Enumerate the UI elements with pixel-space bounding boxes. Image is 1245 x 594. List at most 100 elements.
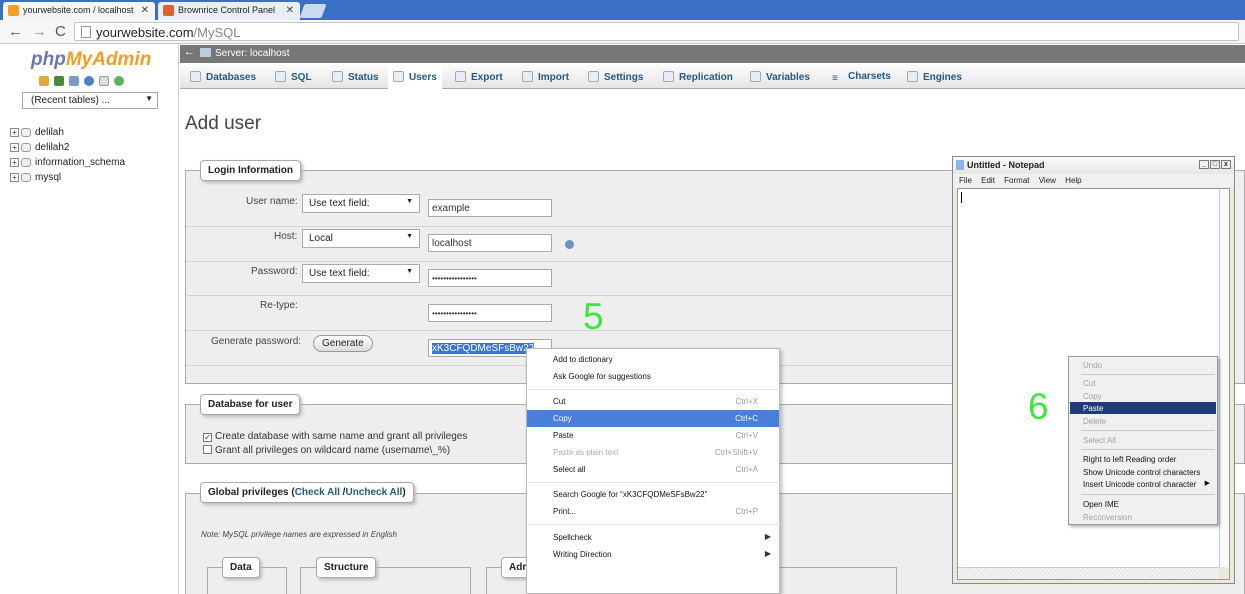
navigation-panel: phpMyAdmin (Recent tables) ... ▼ + delila… (0, 45, 179, 594)
expand-icon[interactable]: + (10, 143, 19, 152)
username-input[interactable]: example (428, 199, 552, 217)
generate-button[interactable]: Generate (313, 335, 373, 352)
menu-item-paste[interactable]: Paste (1070, 402, 1216, 414)
menu-item-select-all[interactable]: Select all Ctrl+A (527, 461, 779, 478)
tab-export[interactable]: Export (455, 64, 503, 89)
menu-item-insert-unicode[interactable]: Insert Unicode control character ▶ (1070, 478, 1216, 490)
check-all-link[interactable]: Check All (295, 487, 340, 498)
menu-item-add-to-dictionary[interactable]: Add to dictionary (527, 351, 779, 368)
menu-item-print[interactable]: Print... Ctrl+P (527, 503, 779, 520)
resize-grip[interactable] (1219, 567, 1229, 579)
tab-label: SQL (291, 72, 312, 83)
tab-engines[interactable]: Engines (907, 64, 962, 89)
db-item-delilah2[interactable]: + delilah2 (10, 140, 125, 155)
close-icon[interactable]: x (1221, 160, 1231, 169)
tab-sql[interactable]: SQL (275, 64, 312, 89)
grant-wildcard-option[interactable]: Grant all privileges on wildcard name (u… (203, 445, 450, 456)
uncheck-all-link[interactable]: Uncheck All (345, 487, 402, 498)
menu-format[interactable]: Format (1004, 176, 1029, 185)
menu-edit[interactable]: Edit (981, 176, 995, 185)
create-database-option[interactable]: ✓ Create database with same name and gran… (203, 431, 467, 442)
tab-label: Variables (766, 72, 810, 83)
main-menu: Databases SQL Status Users Export Import… (180, 64, 1245, 89)
home-icon[interactable] (39, 76, 49, 86)
sql-query-icon[interactable] (69, 76, 79, 86)
menu-item-label: Copy (553, 414, 572, 423)
menu-item-search-google[interactable]: Search Google for “xK3CFQDMeSFsBw22” (527, 486, 779, 503)
collapse-panel-icon[interactable]: ← (184, 46, 195, 58)
tab-status[interactable]: Status (332, 64, 379, 89)
menu-view[interactable]: View (1039, 176, 1056, 185)
tab-replication[interactable]: Replication (663, 64, 733, 89)
menu-item-paste-plain[interactable]: Paste as plain text Ctrl+Shift+V (527, 444, 779, 461)
menu-item-delete[interactable]: Delete (1070, 415, 1216, 427)
logout-icon[interactable] (54, 76, 64, 86)
arrow-right-icon[interactable]: → (32, 23, 47, 40)
menu-item-undo[interactable]: Undo (1070, 359, 1216, 371)
menu-item-label: Select all (553, 465, 586, 474)
menu-help[interactable]: Help (1065, 176, 1081, 185)
retype-label: Re-type: (260, 300, 298, 311)
tab-databases[interactable]: Databases (190, 64, 256, 89)
menu-item-copy[interactable]: Copy (1070, 390, 1216, 402)
menu-item-shortcut: Ctrl+Shift+V (714, 448, 758, 457)
menu-file[interactable]: File (959, 176, 972, 185)
db-item-delilah[interactable]: + delilah (10, 125, 125, 140)
host-input[interactable]: localhost (428, 234, 552, 252)
menu-item-cut[interactable]: Cut Ctrl+X (527, 393, 779, 410)
submenu-arrow-icon: ▶ (764, 532, 771, 541)
host-type-select[interactable]: Local ▼ (302, 229, 420, 248)
password-input[interactable]: •••••••••••••••• (428, 269, 552, 287)
help-icon[interactable] (84, 76, 94, 86)
tab-charsets[interactable]: ≡ Charsets (832, 64, 891, 89)
tab-import[interactable]: Import (522, 64, 569, 89)
menu-item-copy[interactable]: Copy Ctrl+C (527, 410, 779, 427)
checkbox-checked[interactable]: ✓ (203, 433, 212, 442)
new-tab-button[interactable] (299, 4, 327, 18)
vertical-scrollbar[interactable] (1219, 189, 1229, 567)
menu-item-rtl-reading[interactable]: Right to left Reading order (1070, 453, 1216, 465)
tab-variables[interactable]: Variables (750, 64, 810, 89)
help-icon[interactable] (565, 240, 574, 249)
close-tab-icon[interactable]: ✕ (286, 5, 294, 16)
menu-item-spellcheck[interactable]: Spellcheck ▶ (527, 529, 779, 546)
checkbox[interactable] (203, 445, 212, 454)
db-item-information-schema[interactable]: + information_schema (10, 155, 125, 170)
reload-icon[interactable]: C (55, 23, 66, 40)
password-type-select[interactable]: Use text field: ▼ (302, 264, 420, 283)
docs-icon[interactable] (99, 76, 109, 86)
expand-icon[interactable]: + (10, 173, 19, 182)
minimize-icon[interactable]: _ (1199, 160, 1209, 169)
expand-icon[interactable]: + (10, 158, 19, 167)
username-type-select[interactable]: Use text field: ▼ (302, 194, 420, 213)
db-item-mysql[interactable]: + mysql (10, 170, 125, 185)
menu-item-show-unicode[interactable]: Show Unicode control characters (1070, 466, 1216, 478)
retype-password-input[interactable]: •••••••••••••••• (428, 304, 552, 322)
menu-item-writing-direction[interactable]: Writing Direction ▶ (527, 546, 779, 563)
tab-users[interactable]: Users (388, 64, 442, 89)
maximize-icon[interactable]: □ (1210, 160, 1220, 169)
menu-item-select-all[interactable]: Select All (1070, 434, 1216, 446)
expand-icon[interactable]: + (10, 128, 19, 137)
horizontal-scrollbar[interactable] (958, 567, 1221, 579)
select-value: Use text field: (309, 268, 370, 279)
tab-settings[interactable]: Settings (588, 64, 643, 89)
legend-suffix: ) (402, 487, 406, 498)
menu-item-open-ime[interactable]: Open IME (1070, 498, 1216, 510)
tab-yourwebsite[interactable]: yourwebsite.com / localhost ✕ (3, 2, 155, 20)
generated-password-value: xK3CFQDMeSFsBw22 (432, 343, 535, 354)
menu-item-ask-google[interactable]: Ask Google for suggestions (527, 368, 779, 385)
notepad-title-bar[interactable]: Untitled - Notepad _ □ x (953, 157, 1234, 173)
server-breadcrumb[interactable]: Server: localhost (200, 48, 289, 59)
menu-item-paste[interactable]: Paste Ctrl+V (527, 427, 779, 444)
tab-brownrice[interactable]: Brownrice Control Panel ✕ (158, 2, 300, 20)
url-input[interactable]: yourwebsite.com/MySQL (74, 22, 1239, 41)
phpmyadmin-logo[interactable]: phpMyAdmin (31, 49, 151, 71)
menu-item-reconversion[interactable]: Reconversion (1070, 511, 1216, 523)
menu-item-cut[interactable]: Cut (1070, 377, 1216, 389)
arrow-left-icon[interactable]: ← (8, 23, 23, 40)
server-label: Server: localhost (215, 48, 290, 59)
close-tab-icon[interactable]: ✕ (141, 5, 149, 16)
recent-tables-select[interactable]: (Recent tables) ... ▼ (22, 92, 158, 109)
reload-nav-icon[interactable] (114, 76, 124, 86)
